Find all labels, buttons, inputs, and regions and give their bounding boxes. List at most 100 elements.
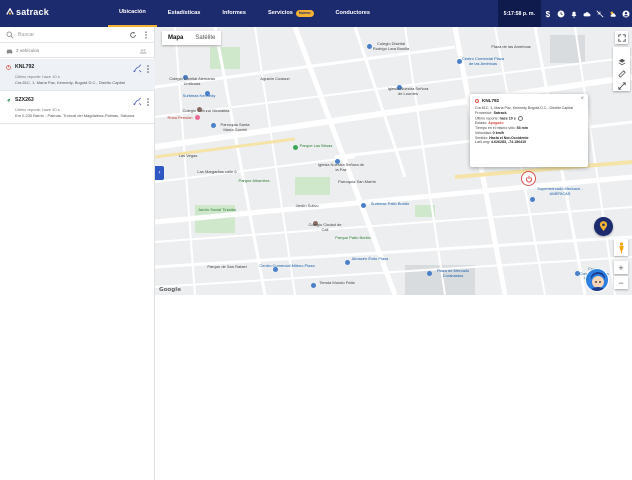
search-icon [6, 31, 14, 39]
nav-informes[interactable]: Informes [211, 0, 257, 27]
map-view[interactable]: Mapa Satélite Colegio Distrital Rodrigo … [155, 27, 632, 295]
popup-direction-label: Sentido: [475, 135, 489, 140]
location-pin-icon [599, 221, 608, 231]
top-nav-bar: satrack Ubicación Estadísticas Informes … [0, 0, 632, 27]
popup-report-value: hace 10 s [499, 115, 516, 120]
vehicle-address: Km 0.230 Barrio - Palmas. Troncal del Ma… [15, 113, 135, 118]
power-off-icon [525, 175, 532, 182]
satrack-logo-icon [6, 8, 14, 15]
popup-provider-label: Proveedor: [475, 110, 493, 115]
popup-time-label: Tiempo en el mismo sitio: [475, 125, 516, 130]
popup-state-label: Estado: [475, 120, 488, 125]
route-icon[interactable] [133, 64, 142, 73]
zoom-in-button[interactable]: + [614, 261, 628, 274]
chat-assistant-avatar[interactable] [585, 268, 609, 292]
nav-servicios-label: Servicios [268, 10, 293, 16]
user-icon[interactable] [619, 0, 632, 27]
search-row [0, 27, 155, 43]
poi-marker[interactable] [530, 197, 535, 202]
map-type-toggle: Mapa Satélite [162, 31, 222, 45]
ruler-icon[interactable] [617, 65, 626, 78]
vehicle-list-item[interactable]: SZX263 Último reporte: hace 40 s Km 0.23… [0, 92, 155, 124]
poi-label: Centro Comercial Plaza de las Américas [461, 56, 505, 66]
nav-ubicacion-label: Ubicación [119, 9, 146, 15]
vehicle-plate: KNL792 [15, 64, 35, 70]
more-vert-icon[interactable] [146, 98, 150, 106]
bell-icon[interactable] [567, 0, 580, 27]
poi-label: Plaza de Mercado Corabastos [436, 268, 470, 278]
svg-text:$: $ [545, 10, 550, 18]
refresh-icon[interactable] [129, 31, 137, 39]
map-tools-panel [613, 47, 630, 91]
engine-off-status-icon [6, 65, 11, 70]
pegman-icon [619, 241, 623, 253]
zoom-out-button[interactable]: − [614, 276, 628, 289]
poi-label: Jardín Solivo [295, 203, 319, 208]
collapse-sidebar-button[interactable]: ‹ [155, 166, 164, 180]
popup-direction-value: Hacia el Nor-Occidente [489, 135, 529, 140]
more-vert-icon[interactable] [146, 65, 150, 73]
nav-servicios[interactable]: Servicios Nuevo [257, 0, 325, 27]
header-tools: 5:17:58 p. m. $ [497, 0, 632, 27]
poi-label: Tienda Mundo Patio [319, 280, 355, 285]
close-icon[interactable]: × [580, 96, 584, 102]
my-location-button[interactable] [594, 217, 613, 236]
vehicle-count-row: 2 vehículos [0, 44, 155, 58]
clock-icon[interactable] [554, 0, 567, 27]
weather-icon[interactable] [606, 0, 619, 27]
popup-latlong-label: Lat/Long: [475, 140, 490, 145]
group-icon[interactable] [139, 47, 147, 55]
popup-provider-value: Satrack [493, 110, 507, 115]
popup-plate-text: KNL792 [482, 98, 500, 103]
vehicle-list-item[interactable]: KNL792 Último reporte: hace 10 s Cra 81C… [0, 59, 155, 91]
more-vert-icon[interactable] [143, 31, 149, 39]
popup-time-value: 53 min [516, 125, 528, 130]
fullscreen-button[interactable] [615, 31, 628, 44]
nav-conductores[interactable]: Conductores [325, 0, 382, 27]
poi-label: Plaza de las Américas [491, 44, 531, 49]
collapse-icon[interactable] [593, 0, 606, 27]
cloud-icon[interactable] [580, 0, 593, 27]
poi-label: Surtimax Patio Bonito [370, 201, 410, 206]
street-view-button[interactable] [614, 239, 628, 256]
poi-label: Almacén Éxito Plaza [351, 256, 389, 261]
poi-label: Supermercado Merkaorí - AMÉRICAS [537, 186, 583, 196]
nav-estadisticas[interactable]: Estadísticas [157, 0, 212, 27]
poi-label: Colegio Ciudad de Cali [308, 222, 342, 232]
popup-speed-label: Velocidad: [475, 130, 492, 135]
clock-display: 5:17:58 p. m. [497, 0, 541, 27]
poi-label: Parque de San Rafael [207, 264, 247, 269]
layers-icon[interactable] [618, 53, 626, 66]
nav-conductores-label: Conductores [335, 10, 371, 16]
popup-state-value: Apagado [488, 120, 504, 125]
popup-latlong: Lat/Long: 4.626283, -74.156410 [475, 140, 583, 145]
route-icon[interactable] [133, 97, 142, 106]
popup-speed-value: 0 km/h [492, 130, 504, 135]
vehicle-count: 2 vehículos [16, 48, 40, 53]
google-logo: Google [159, 287, 181, 293]
brand-logo[interactable]: satrack [6, 7, 49, 17]
vehicle-address: Cra 81C, 1, María Paz, Kennedy, Bogotá D… [15, 80, 125, 85]
poi-label: Colegio Distrital Rodrigo Lara Bonilla [372, 41, 410, 51]
poi-label: Colegio Cultural Nicolaitas [182, 108, 230, 113]
expand-icon[interactable] [617, 77, 626, 90]
brand-name: satrack [16, 7, 49, 17]
tab-satelite[interactable]: Satélite [189, 31, 221, 45]
vehicle-last-report: Último reporte: hace 10 s [15, 74, 60, 79]
navigation-arrow-icon [6, 98, 11, 103]
vehicle-search-input[interactable] [18, 30, 118, 40]
vehicle-plate: SZX263 [15, 97, 34, 103]
dollar-icon[interactable]: $ [541, 0, 554, 27]
vehicle-info-popup: × KNL792 Cra 81C, 1, María Paz, Kennedy … [470, 94, 588, 167]
vehicle-last-report: Último reporte: hace 40 s [15, 107, 60, 112]
poi-label: Jardín Social Tintalito [197, 207, 237, 212]
nav-ubicacion[interactable]: Ubicación [108, 0, 157, 27]
vehicle-map-marker[interactable] [521, 171, 536, 186]
app-root: satrack Ubicación Estadísticas Informes … [0, 0, 632, 480]
popup-latlong-value: 4.626283, -74.156410 [491, 140, 527, 145]
poi-label: Colegio Distrital Alemania Unificada [169, 76, 215, 86]
poi-label: Las Vegas [178, 153, 198, 158]
poi-label: Las Margaritas calle 6 [197, 169, 237, 174]
tab-mapa[interactable]: Mapa [162, 31, 189, 45]
poi-label: Parque Las Brisas [299, 143, 333, 148]
